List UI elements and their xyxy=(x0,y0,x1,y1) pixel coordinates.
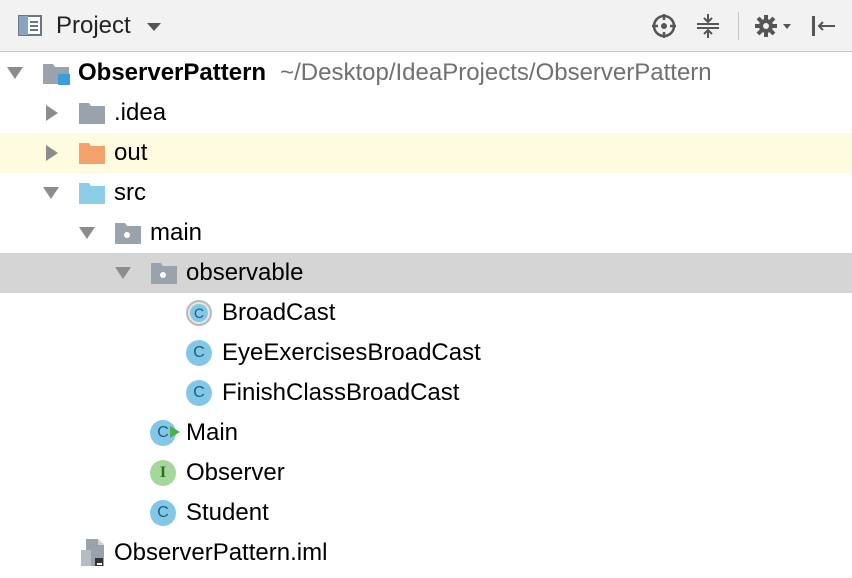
tree-node-finish-class-broadcast[interactable]: C FinishClassBroadCast xyxy=(0,373,852,413)
project-toolbar: Project xyxy=(0,0,852,52)
class-icon: C xyxy=(186,340,212,366)
project-view-title: Project xyxy=(56,12,131,39)
toolbar-separator xyxy=(738,12,739,40)
tree-node-label: FinishClassBroadCast xyxy=(222,379,460,406)
tree-node-label: BroadCast xyxy=(222,299,336,326)
class-icon: C xyxy=(150,500,176,526)
tree-node-label: out xyxy=(114,139,148,166)
expand-arrow-icon[interactable] xyxy=(79,227,95,239)
tree-node-label: ObserverPattern ~/Desktop/IdeaProjects/Ob… xyxy=(78,59,712,86)
tree-node-student[interactable]: C Student xyxy=(0,493,852,533)
expand-arrow-icon[interactable] xyxy=(7,67,23,79)
chevron-down-icon[interactable] xyxy=(146,23,161,31)
tree-node-out[interactable]: out xyxy=(0,133,852,173)
project-path: ~/Desktop/IdeaProjects/ObserverPattern xyxy=(280,59,712,86)
tree-node-label: src xyxy=(114,179,146,206)
tree-node-label: Main xyxy=(186,419,239,446)
tree-node-iml-file[interactable]: ObserverPattern.iml xyxy=(0,533,852,573)
module-folder-icon xyxy=(42,60,72,93)
expand-arrow-icon[interactable] xyxy=(46,145,58,161)
package-folder-icon xyxy=(114,221,142,252)
expand-arrow-icon[interactable] xyxy=(46,105,58,121)
class-icon: C xyxy=(186,380,212,406)
tree-node-src[interactable]: src xyxy=(0,173,852,213)
excluded-folder-icon xyxy=(78,141,106,172)
tree-node-label: observable xyxy=(186,259,304,286)
tree-node-label: .idea xyxy=(114,99,167,126)
tree-node-label: EyeExercisesBroadCast xyxy=(222,339,481,366)
tree-node-label: ObserverPattern.iml xyxy=(114,539,328,566)
tree-node-eye-exercises-broadcast[interactable]: C EyeExercisesBroadCast xyxy=(0,333,852,373)
tree-node-main[interactable]: main xyxy=(0,213,852,253)
tree-node-label: main xyxy=(150,219,203,246)
project-view-selector[interactable]: Project xyxy=(18,12,161,40)
folder-icon xyxy=(78,101,106,132)
tree-node-observer[interactable]: I Observer xyxy=(0,453,852,493)
interface-icon: I xyxy=(150,460,176,486)
run-marker-icon xyxy=(169,417,181,445)
tree-node-main-class[interactable]: C Main xyxy=(0,413,852,453)
expand-arrow-icon[interactable] xyxy=(43,187,59,199)
iml-file-icon xyxy=(80,538,108,575)
collapse-all-icon[interactable] xyxy=(694,12,722,40)
tree-node-observable[interactable]: observable xyxy=(0,253,852,293)
source-folder-icon xyxy=(78,181,106,212)
gear-icon[interactable] xyxy=(752,12,794,40)
tree-node-broadcast[interactable]: C BroadCast xyxy=(0,293,852,333)
crosshair-icon[interactable] xyxy=(650,12,678,40)
tree-node-idea[interactable]: .idea xyxy=(0,93,852,133)
expand-arrow-icon[interactable] xyxy=(115,267,131,279)
tree-node-label: Observer xyxy=(186,459,285,486)
abstract-class-icon: C xyxy=(186,300,212,326)
project-tree: ObserverPattern ~/Desktop/IdeaProjects/Ob… xyxy=(0,53,852,573)
tree-node-root[interactable]: ObserverPattern ~/Desktop/IdeaProjects/Ob… xyxy=(0,53,852,93)
project-view-icon xyxy=(18,14,46,38)
package-folder-icon xyxy=(150,261,178,292)
tree-node-label: Student xyxy=(186,499,269,526)
hide-panel-icon[interactable] xyxy=(808,12,838,40)
